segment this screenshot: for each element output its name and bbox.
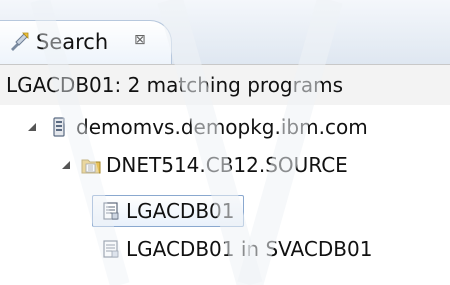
- system-label: demomvs.demopkg.ibm.com: [76, 115, 368, 139]
- search-tab[interactable]: Search ⊠: [0, 20, 172, 64]
- results-tree: demomvs.demopkg.ibm.com DNET514.CB12.SOU…: [0, 105, 450, 285]
- results-summary-text: LGACDB01: 2 matching programs: [6, 73, 344, 97]
- expanded-triangle-icon[interactable]: [26, 121, 38, 133]
- results-summary-bar: LGACDB01: 2 matching programs: [0, 64, 450, 105]
- dataset-label: DNET514.CB12.SOURCE: [106, 153, 348, 177]
- search-view: Search ⊠ LGACDB01: 2 matching programs d…: [0, 0, 450, 285]
- search-flashlight-icon: [11, 32, 29, 51]
- tree-row-system[interactable]: demomvs.demopkg.ibm.com: [0, 115, 450, 145]
- program-member-icon: [103, 240, 119, 258]
- pds-folder-icon: [81, 159, 101, 174]
- tree-row-dataset[interactable]: DNET514.CB12.SOURCE: [0, 153, 450, 183]
- tree-row-member[interactable]: LGACDB01 in SVACDB01: [0, 235, 450, 265]
- program-member-icon: [103, 202, 119, 220]
- member-label: LGACDB01: [126, 199, 235, 223]
- tree-row-member[interactable]: LGACDB01: [0, 195, 450, 227]
- mvs-system-icon: [53, 117, 65, 137]
- search-tab-label: Search: [36, 30, 109, 54]
- member-label: LGACDB01 in SVACDB01: [126, 237, 373, 261]
- view-tab-strip: Search ⊠: [0, 0, 450, 64]
- close-icon[interactable]: ⊠: [134, 33, 146, 47]
- expanded-triangle-icon[interactable]: [60, 159, 72, 171]
